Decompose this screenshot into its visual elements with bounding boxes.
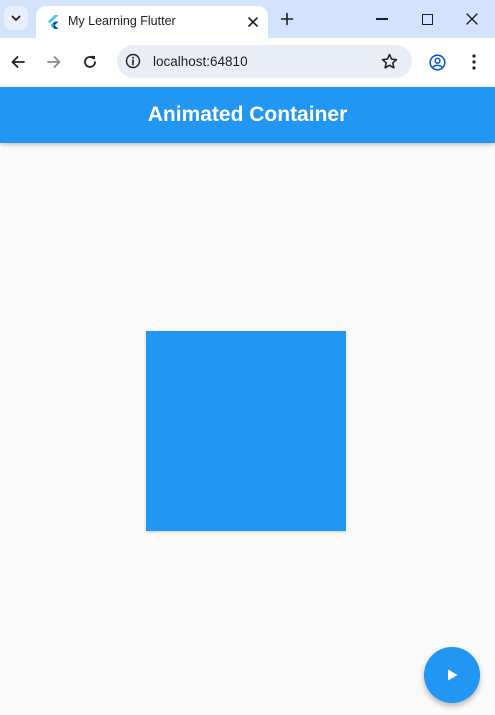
bookmark-star-icon[interactable] [381, 53, 398, 70]
browser-toolbar: localhost:64810 [0, 38, 495, 87]
app-bar-title: Animated Container [147, 103, 348, 126]
new-tab-icon[interactable] [280, 12, 294, 26]
browser-tab-strip: My Learning Flutter [0, 0, 495, 40]
animated-container [146, 331, 346, 531]
profile-icon[interactable] [429, 54, 446, 71]
chevron-down-icon [11, 15, 21, 21]
maximize-window-icon[interactable] [422, 14, 433, 25]
close-window-icon[interactable] [466, 13, 478, 25]
more-menu-icon[interactable] [472, 54, 476, 70]
tab-title: My Learning Flutter [68, 14, 176, 28]
play-arrow-icon [448, 669, 458, 681]
address-bar[interactable]: localhost:64810 [117, 45, 412, 78]
reload-icon[interactable] [82, 54, 98, 70]
close-tab-icon[interactable] [246, 15, 260, 29]
url-text[interactable]: localhost:64810 [153, 54, 248, 69]
app-bar: Animated Container [0, 87, 495, 143]
flutter-logo-icon [48, 15, 59, 29]
forward-arrow-icon[interactable] [46, 54, 62, 70]
app-body [0, 143, 495, 715]
browser-tab[interactable]: My Learning Flutter [36, 6, 268, 40]
back-arrow-icon[interactable] [10, 54, 26, 70]
minimize-window-icon[interactable] [376, 18, 388, 20]
play-fab-button[interactable] [424, 647, 480, 703]
site-info-icon[interactable] [125, 53, 141, 69]
tab-search-button[interactable] [4, 6, 28, 30]
